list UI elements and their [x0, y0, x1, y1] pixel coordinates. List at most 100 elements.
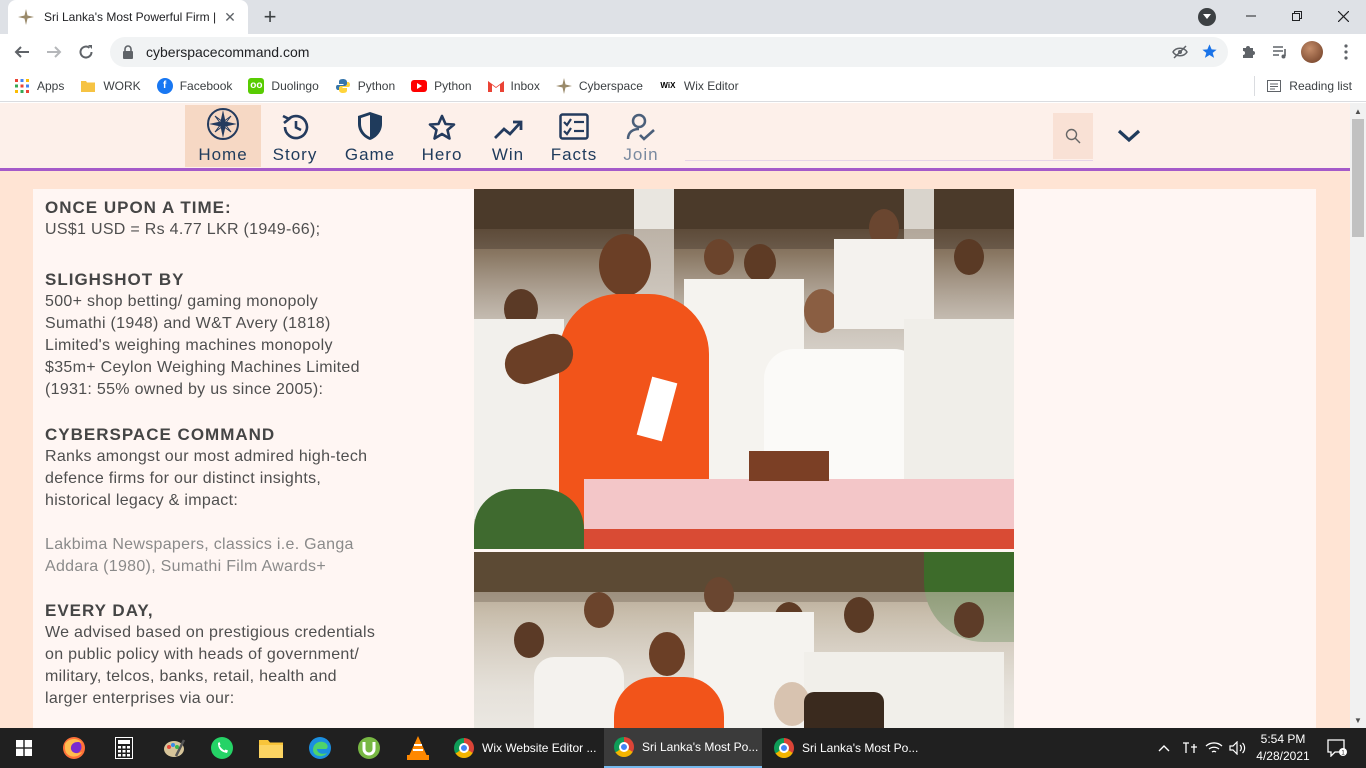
close-window-button[interactable]: [1320, 0, 1366, 32]
reading-list-label: Reading list: [1289, 79, 1352, 93]
taskbar-app-chrome[interactable]: Sri Lanka's Most Po...: [764, 728, 922, 768]
vlc-taskbar-icon[interactable]: [394, 728, 442, 768]
section-line: military, telcos, banks, retail, health …: [45, 668, 337, 685]
bookmark-python-youtube[interactable]: Python: [411, 74, 472, 98]
site-search-input[interactable]: [685, 113, 1093, 161]
bookmark-label: Wix Editor: [683, 78, 739, 93]
system-clock[interactable]: 5:54 PM 4/28/2021: [1250, 731, 1316, 765]
search-icon: [1065, 128, 1081, 144]
compass-star-icon: [555, 77, 572, 94]
bookmark-facebook[interactable]: f Facebook: [156, 74, 232, 98]
facebook-icon: f: [156, 77, 173, 94]
shield-icon: [357, 111, 383, 141]
volume-icon[interactable]: [1226, 728, 1250, 768]
page-scrollbar[interactable]: ▲ ▼: [1350, 103, 1366, 728]
bookmark-cyberspace[interactable]: Cyberspace: [555, 74, 643, 98]
extensions-puzzle-icon[interactable]: [1236, 40, 1260, 64]
scroll-down-arrow[interactable]: ▼: [1354, 715, 1362, 725]
browser-tab-active[interactable]: Sri Lanka's Most Powerful Firm | C ✕: [8, 0, 248, 34]
tab-search-button[interactable]: [1198, 8, 1216, 26]
profile-avatar[interactable]: [1301, 41, 1323, 63]
chrome-icon: [454, 738, 474, 758]
new-tab-button[interactable]: +: [258, 5, 282, 29]
minimize-button[interactable]: [1228, 0, 1274, 32]
browser-toolbar: cyberspacecommand.com: [0, 34, 1366, 70]
apps-grid-icon: [14, 78, 30, 94]
taskbar-app-chrome-active[interactable]: Sri Lanka's Most Po...: [604, 728, 762, 768]
forward-button[interactable]: [42, 40, 66, 64]
nav-facts[interactable]: Facts: [548, 105, 600, 167]
section-line: We advised based on prestigious credenti…: [45, 624, 376, 641]
clock-date: 4/28/2021: [1256, 749, 1310, 763]
separator: [1254, 76, 1256, 96]
compass-star-icon: [18, 9, 34, 25]
firefox-taskbar-icon[interactable]: [50, 728, 98, 768]
edge-taskbar-icon[interactable]: [296, 728, 344, 768]
user-check-icon: [626, 111, 656, 141]
bookmark-label: Inbox: [510, 78, 540, 93]
nav-win[interactable]: Win: [488, 105, 528, 167]
bookmark-inbox[interactable]: Inbox: [487, 74, 540, 98]
wifi-icon[interactable]: [1202, 728, 1226, 768]
section-line: on public policy with heads of governmen…: [45, 646, 360, 663]
chevron-down-icon: [1203, 14, 1211, 19]
bookmark-work[interactable]: WORK: [80, 74, 141, 98]
windows-start-button[interactable]: [0, 728, 48, 768]
nav-hero[interactable]: Hero: [418, 105, 466, 167]
address-bar[interactable]: cyberspacecommand.com: [110, 37, 1228, 67]
search-button[interactable]: [1053, 113, 1093, 159]
calculator-taskbar-icon[interactable]: [100, 728, 148, 768]
text-column: ONCE UPON A TIME: US$1 USD = Rs 4.77 LKR…: [45, 197, 465, 710]
back-button[interactable]: [10, 40, 34, 64]
scrollbar-thumb[interactable]: [1352, 119, 1364, 237]
nav-game[interactable]: Game: [342, 105, 398, 167]
scroll-up-arrow[interactable]: ▲: [1354, 106, 1362, 116]
menu-kebab-icon[interactable]: [1334, 40, 1358, 64]
bookmark-apps[interactable]: Apps: [14, 74, 64, 98]
restore-button[interactable]: [1274, 0, 1320, 32]
file-explorer-taskbar-icon[interactable]: [247, 728, 295, 768]
section-line: Sumathi (1948) and W&T Avery (1818): [45, 315, 331, 332]
taskbar-app-label: Wix Website Editor ...: [482, 741, 597, 755]
checklist-icon: [559, 111, 589, 141]
arrow-right-icon: [47, 46, 62, 58]
compass-star-icon: [206, 108, 240, 141]
section-line: 500+ shop betting/ gaming monopoly: [45, 293, 319, 310]
bookmark-duolingo[interactable]: oo Duolingo: [248, 74, 319, 98]
taskbar-app-label: Sri Lanka's Most Po...: [642, 740, 759, 754]
media-queue-icon[interactable]: [1268, 40, 1292, 64]
web-page: Home Story Game Hero Win Facts Join ONCE…: [0, 103, 1350, 728]
whatsapp-taskbar-icon[interactable]: [198, 728, 246, 768]
nav-story[interactable]: Story: [268, 105, 322, 167]
nav-join[interactable]: Join: [620, 105, 662, 167]
eye-off-icon[interactable]: [1172, 44, 1188, 65]
taskbar-app-wix-editor[interactable]: Wix Website Editor ...: [444, 728, 602, 768]
utorrent-taskbar-icon[interactable]: [345, 728, 393, 768]
section-line: (1931: 55% owned by us since 2005):: [45, 381, 324, 398]
reading-list-button[interactable]: Reading list: [1254, 74, 1352, 98]
reload-icon: [79, 45, 93, 59]
nav-home[interactable]: Home: [185, 105, 261, 167]
chevron-down-icon[interactable]: [1116, 123, 1142, 149]
bookmark-label: Duolingo: [271, 78, 319, 93]
input-method-icon[interactable]: [1178, 728, 1202, 768]
tray-overflow-chevron-up-icon[interactable]: [1152, 728, 1176, 768]
paint-taskbar-icon[interactable]: [150, 728, 198, 768]
lock-icon[interactable]: [122, 45, 134, 59]
bookmark-star-icon[interactable]: [1201, 43, 1218, 65]
bookmark-python[interactable]: Python: [335, 74, 395, 98]
section-line: defence firms for our distinct insights,: [45, 470, 322, 487]
youtube-icon: [411, 78, 428, 94]
nav-label: Hero: [421, 145, 463, 164]
star-icon: [428, 111, 456, 141]
section-heading: CYBERSPACE COMMAND: [45, 425, 276, 444]
notifications-icon[interactable]: 1: [1320, 728, 1354, 768]
close-icon[interactable]: ✕: [222, 9, 238, 25]
url-text[interactable]: cyberspacecommand.com: [146, 44, 309, 60]
reload-button[interactable]: [74, 40, 98, 64]
bookmark-label: Cyberspace: [578, 78, 643, 93]
section-line: $35m+ Ceylon Weighing Machines Limited: [45, 359, 360, 376]
bookmark-wix-editor[interactable]: WiX Wix Editor: [659, 74, 739, 98]
trending-up-icon: [493, 111, 523, 141]
windows-logo-icon: [16, 740, 32, 756]
